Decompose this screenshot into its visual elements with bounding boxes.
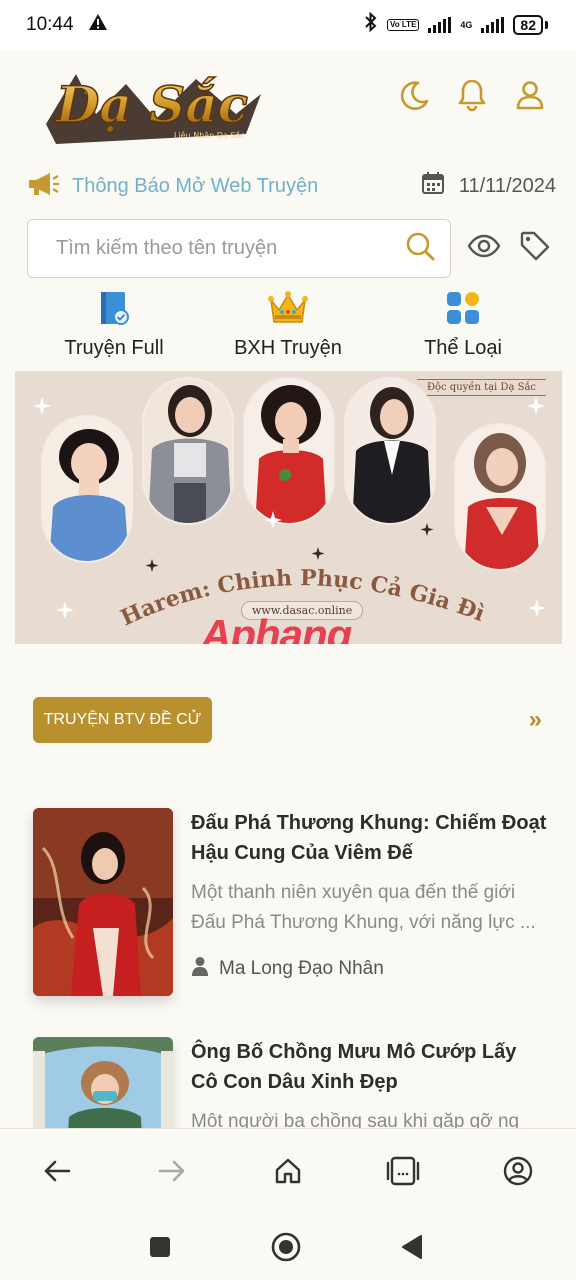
quick-link-truyen-full[interactable]: Truyện Full — [34, 290, 194, 360]
tabs-icon[interactable] — [383, 1153, 423, 1189]
svg-text:Liêu Nhân Dạ Sắc: Liêu Nhân Dạ Sắc — [174, 130, 245, 141]
battery-icon: 82 — [513, 15, 548, 35]
story-card[interactable]: Đấu Phá Thương Khung: Chiếm Đoạt Hậu Cun… — [33, 808, 548, 998]
volte-badge: Vo LTE — [387, 19, 420, 31]
section-more-link[interactable]: » — [529, 706, 542, 734]
network-type: 4G — [460, 19, 473, 30]
notice-row: Thông Báo Mở Web Truyện 11/11/2024 — [26, 166, 556, 206]
bluetooth-icon — [364, 11, 378, 38]
story-description: Một người ba chồng sau khi gặp gỡ ng — [191, 1111, 520, 1128]
notification-bell-icon[interactable] — [456, 76, 488, 114]
quick-links: Truyện Full BXH Truyện Thể Loại — [0, 290, 576, 360]
quick-link-the-loai[interactable]: Thể Loại — [383, 290, 543, 360]
warning-icon — [88, 13, 108, 37]
home-icon[interactable] — [268, 1153, 308, 1189]
crown-icon — [268, 290, 308, 331]
notice-left[interactable]: Thông Báo Mở Web Truyện — [26, 171, 318, 202]
signal-icon — [428, 17, 452, 33]
calendar-icon — [421, 171, 445, 201]
search-box[interactable] — [27, 218, 451, 278]
quick-link-label: BXH Truyện — [234, 337, 342, 359]
forward-arrow-icon[interactable] — [152, 1153, 192, 1189]
browser-toolbar — [0, 1128, 576, 1212]
promo-banner[interactable]: Độc quyền tại Dạ Sắc Harem: Chinh Phục C… — [15, 371, 562, 644]
notice-link[interactable]: Thông Báo Mở Web Truyện — [72, 175, 318, 198]
status-bar: 10:44 Vo LTE 4G 82 — [0, 0, 576, 50]
quick-link-label: Truyện Full — [64, 337, 164, 359]
banner-watermark: Aphang — [201, 611, 352, 644]
book-check-icon — [97, 290, 131, 331]
story-cover[interactable] — [33, 808, 173, 996]
dark-mode-moon-icon[interactable] — [398, 76, 430, 114]
quick-link-label: Thể Loại — [424, 337, 502, 359]
site-header: Dạ Sắc Liêu Nhân Dạ Sắc — [0, 50, 576, 158]
quick-link-bxh[interactable]: BXH Truyện — [208, 290, 368, 360]
svg-text:Dạ Sắc: Dạ Sắc — [54, 75, 248, 134]
svg-text:Harem: Chinh Phục Cả Gia Đình: Harem: Chinh Phục Cả Gia Đình — [15, 371, 488, 631]
status-left: 10:44 — [26, 13, 108, 37]
search-icon[interactable] — [404, 230, 436, 267]
search-input[interactable] — [56, 236, 376, 260]
megaphone-icon — [26, 171, 60, 202]
signal-icon-2 — [481, 17, 505, 33]
home-button-icon[interactable] — [269, 1230, 303, 1264]
story-description: Một thanh niên xuyên qua đến thế giới Đấ… — [191, 882, 536, 933]
search-extras — [467, 230, 551, 267]
story-title[interactable]: Ông Bố Chồng Mưu Mô Cướp Lấy Cô Con Dâu … — [191, 1037, 548, 1097]
profile-circle-icon[interactable] — [498, 1153, 538, 1189]
tag-icon[interactable] — [519, 230, 551, 267]
story-card[interactable]: Ông Bố Chồng Mưu Mô Cướp Lấy Cô Con Dâu … — [33, 1037, 548, 1128]
banner-title: Harem: Chinh Phục Cả Gia Đình — [15, 371, 488, 631]
site-logo[interactable]: Dạ Sắc Liêu Nhân Dạ Sắc — [36, 54, 268, 154]
eye-icon[interactable] — [467, 234, 501, 263]
story-title[interactable]: Đấu Phá Thương Khung: Chiếm Đoạt Hậu Cun… — [191, 808, 548, 868]
story-author-name: Ma Long Đạo Nhân — [219, 958, 384, 979]
notice-date: 11/11/2024 — [421, 171, 556, 201]
header-icons — [398, 76, 546, 114]
system-navigation-bar — [0, 1212, 576, 1280]
notice-date-text: 11/11/2024 — [458, 174, 556, 197]
category-grid-icon — [445, 290, 481, 331]
status-right: Vo LTE 4G 82 — [364, 11, 548, 38]
section-title-button[interactable]: TRUYỆN BTV ĐỀ CỬ — [33, 697, 212, 743]
search-row — [27, 218, 553, 278]
back-arrow-icon[interactable] — [37, 1153, 77, 1189]
recent-apps-icon[interactable] — [143, 1230, 177, 1264]
story-author: Ma Long Đạo Nhân — [191, 956, 384, 982]
status-time: 10:44 — [26, 14, 74, 35]
story-cover[interactable] — [33, 1037, 173, 1128]
user-account-icon[interactable] — [514, 76, 546, 114]
battery-level: 82 — [513, 15, 543, 35]
back-triangle-icon[interactable] — [395, 1230, 429, 1264]
person-icon — [191, 956, 209, 982]
